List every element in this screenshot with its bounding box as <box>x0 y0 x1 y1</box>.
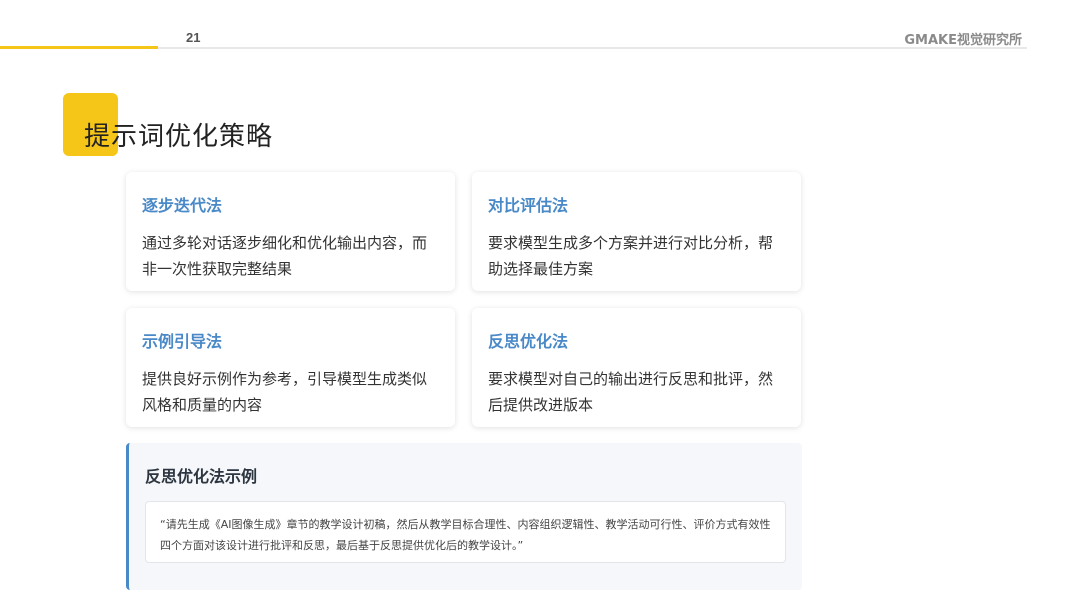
example-quote: “请先生成《AI图像生成》章节的教学设计初稿，然后从教学目标合理性、内容组织逻辑… <box>145 501 786 563</box>
card-description: 要求模型对自己的输出进行反思和批评，然后提供改进版本 <box>488 370 774 414</box>
card-description: 要求模型生成多个方案并进行对比分析，帮助选择最佳方案 <box>488 234 774 278</box>
card-title: 示例引导法 <box>142 332 223 351</box>
card-description: 提供良好示例作为参考，引导模型生成类似风格和质量的内容 <box>142 370 428 414</box>
page-number: 21 <box>186 30 201 45</box>
strategy-card-reflect: 反思优化法 要求模型对自己的输出进行反思和批评，然后提供改进版本 <box>472 308 801 427</box>
header-accent-bar <box>0 46 158 49</box>
strategy-card-example: 示例引导法 提供良好示例作为参考，引导模型生成类似风格和质量的内容 <box>126 308 455 427</box>
example-panel: 反思优化法示例 “请先生成《AI图像生成》章节的教学设计初稿，然后从教学目标合理… <box>126 443 802 590</box>
strategy-card-iterative: 逐步迭代法 通过多轮对话逐步细化和优化输出内容，而非一次性获取完整结果 <box>126 172 455 291</box>
strategy-card-compare: 对比评估法 要求模型生成多个方案并进行对比分析，帮助选择最佳方案 <box>472 172 801 291</box>
card-description: 通过多轮对话逐步细化和优化输出内容，而非一次性获取完整结果 <box>142 234 428 278</box>
card-title: 对比评估法 <box>488 196 569 215</box>
card-title: 逐步迭代法 <box>142 196 223 215</box>
example-title: 反思优化法示例 <box>145 467 258 486</box>
card-title: 反思优化法 <box>488 332 569 351</box>
page-title: 提示词优化策略 <box>84 122 274 152</box>
brand-label: GMAKE视觉研究所 <box>904 33 1022 48</box>
